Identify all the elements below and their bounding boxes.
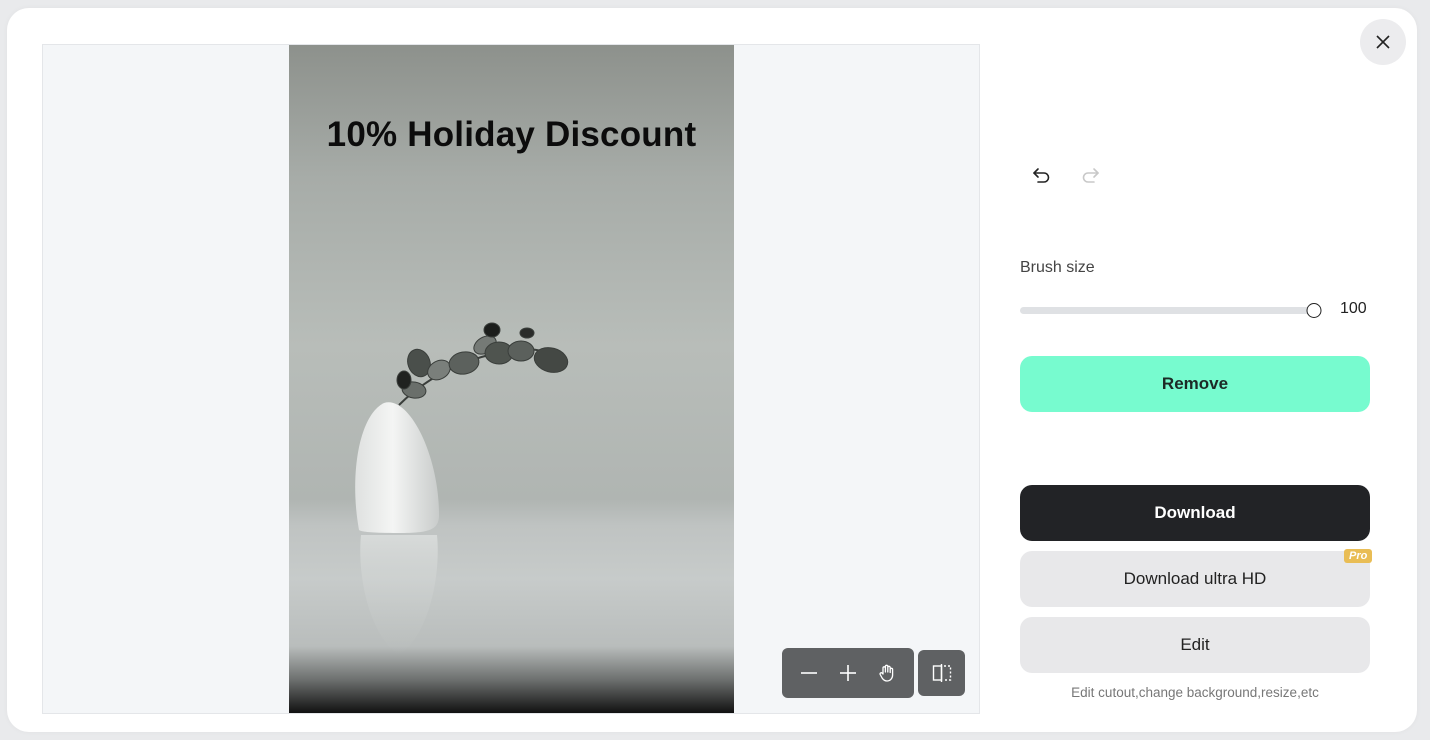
undo-button[interactable] bbox=[1030, 164, 1054, 188]
close-button[interactable] bbox=[1360, 19, 1406, 65]
plus-icon bbox=[839, 665, 856, 681]
edit-hint-text: Edit cutout,change background,resize,etc bbox=[1071, 685, 1319, 700]
pan-button[interactable] bbox=[872, 658, 902, 688]
image-overlay-text: 10% Holiday Discount bbox=[326, 115, 697, 154]
download-button[interactable]: Download bbox=[1020, 485, 1370, 541]
brush-size-label: Brush size bbox=[1020, 259, 1095, 276]
undo-icon bbox=[1033, 168, 1050, 183]
history-controls bbox=[1030, 164, 1102, 188]
zoom-in-button[interactable] bbox=[833, 658, 863, 688]
compare-button[interactable] bbox=[918, 650, 965, 696]
brush-size-slider-thumb[interactable] bbox=[1306, 303, 1322, 318]
close-icon bbox=[1376, 35, 1390, 49]
remove-button[interactable]: Remove bbox=[1020, 356, 1370, 412]
brush-size-value: 100 bbox=[1340, 300, 1367, 317]
compare-split-icon bbox=[932, 664, 951, 682]
preview-image[interactable]: 10% Holiday Discount bbox=[289, 45, 734, 713]
hand-icon bbox=[879, 664, 893, 682]
canvas-area[interactable]: 10% Holiday Discount bbox=[42, 44, 980, 714]
edit-button[interactable]: Edit bbox=[1020, 617, 1370, 673]
redo-button[interactable] bbox=[1078, 164, 1102, 188]
minus-icon bbox=[801, 672, 818, 674]
remove-object-dialog: 10% Holiday Discount Brush size 100 Remo… bbox=[7, 8, 1417, 732]
pro-badge: Pro bbox=[1344, 549, 1373, 563]
zoom-out-button[interactable] bbox=[794, 658, 824, 688]
redo-icon bbox=[1082, 168, 1099, 183]
brush-size-slider[interactable] bbox=[1020, 303, 1322, 318]
zoom-toolbar bbox=[782, 648, 914, 698]
download-ultra-hd-button[interactable]: Download ultra HD bbox=[1020, 551, 1370, 607]
